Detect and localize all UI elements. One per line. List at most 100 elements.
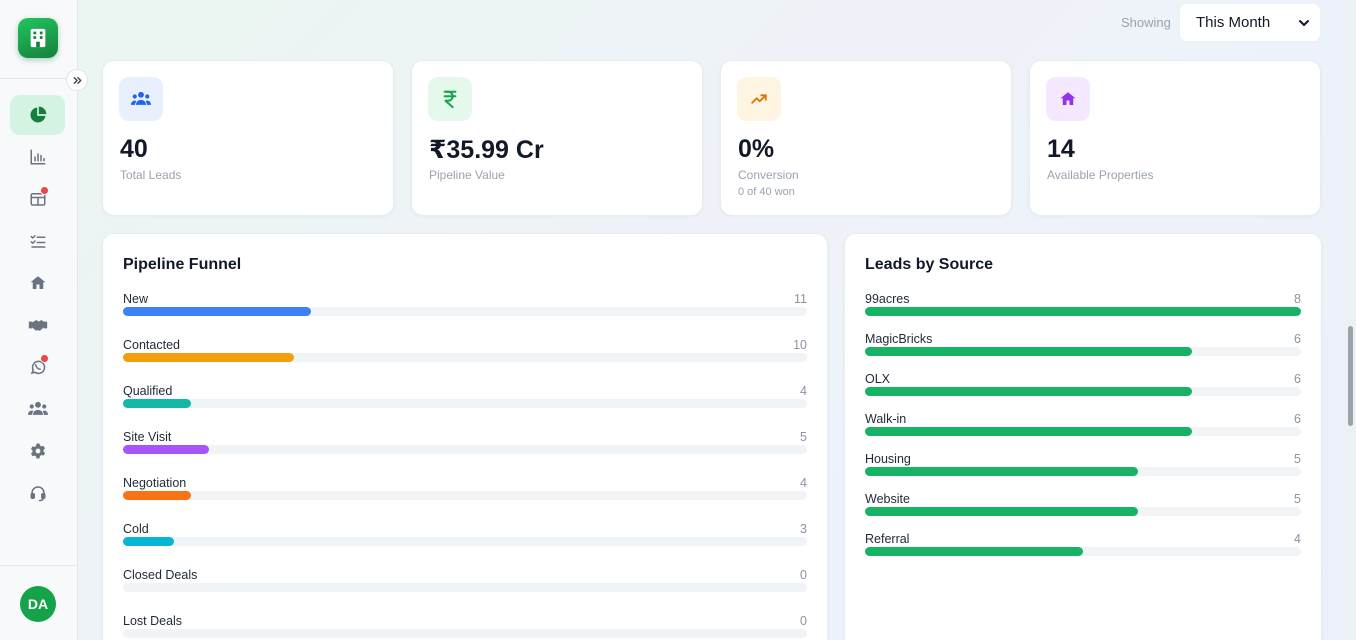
sources-row-label: Housing <box>865 452 911 466</box>
sources-row: Referral 4 <box>865 532 1301 558</box>
funnel-bar-track <box>123 583 807 592</box>
funnel-bar-fill <box>123 307 312 316</box>
sidebar-item-gear[interactable] <box>10 431 65 471</box>
sidebar-item-home[interactable] <box>10 263 65 303</box>
funnel-row: Closed Deals 0 <box>123 568 807 594</box>
funnel-row-count: 4 <box>800 384 807 398</box>
funnel-row: Cold 3 <box>123 522 807 548</box>
sources-row-label: 99acres <box>865 292 910 306</box>
conversion-value: 0% <box>738 135 775 163</box>
chevrons-right-icon <box>73 76 81 84</box>
available-properties-card: 14 Available Properties <box>1029 60 1321 216</box>
sources-row-count: 6 <box>1294 372 1301 386</box>
bar-chart-icon <box>29 148 47 166</box>
sidebar-item-handshake[interactable] <box>10 305 65 345</box>
pipeline-value-label: Pipeline Value <box>429 168 505 182</box>
pipeline-funnel-panel: Pipeline Funnel New 11 Contacted 10 Qualifie… <box>102 233 828 640</box>
sidebar-item-whatsapp[interactable] <box>10 347 65 387</box>
sources-bar-track <box>865 427 1301 436</box>
sources-bar-track <box>865 387 1301 396</box>
sidebar-item-users[interactable] <box>10 389 65 429</box>
sources-bar-fill <box>865 467 1138 476</box>
funnel-row-count: 0 <box>800 614 807 628</box>
sources-row: Walk-in 6 <box>865 412 1301 438</box>
sources-bar-track <box>865 467 1301 476</box>
funnel-bar-fill <box>123 399 192 408</box>
rupee-icon <box>428 77 472 121</box>
leads-by-source-panel: Leads by Source 99acres 8 MagicBricks 6 OLX 6… <box>844 233 1322 640</box>
sources-row-label: Website <box>865 492 910 506</box>
funnel-row-label: Qualified <box>123 384 173 398</box>
leads-by-source-title: Leads by Source <box>865 256 994 273</box>
page-scrollbar[interactable] <box>1348 326 1353 426</box>
total-leads-label: Total Leads <box>120 168 182 182</box>
funnel-bar-track <box>123 353 807 362</box>
funnel-row-label: Negotiation <box>123 476 187 490</box>
funnel-bar-track <box>123 491 807 500</box>
gear-icon <box>29 442 47 460</box>
sidebar-nav <box>0 95 78 515</box>
funnel-row-count: 5 <box>800 430 807 444</box>
funnel-row: Lost Deals 0 <box>123 614 807 640</box>
headset-icon <box>29 484 47 502</box>
conversion-label: Conversion <box>738 168 799 182</box>
sidebar-item-kanban-board[interactable] <box>10 179 65 219</box>
sources-bar-fill <box>865 347 1192 356</box>
pipeline-funnel-title: Pipeline Funnel <box>123 256 242 273</box>
sidebar-item-task-list[interactable] <box>10 221 65 261</box>
sources-row-count: 5 <box>1294 452 1301 466</box>
funnel-row-label: Lost Deals <box>123 614 183 628</box>
sources-bar-track <box>865 307 1301 316</box>
sidebar-item-headset[interactable] <box>10 473 65 513</box>
funnel-bar-track <box>123 537 807 546</box>
sources-row-count: 5 <box>1294 492 1301 506</box>
pie-chart-icon <box>28 105 48 125</box>
funnel-bar-fill <box>123 353 294 362</box>
funnel-row: Negotiation 4 <box>123 476 807 502</box>
sources-row: Website 5 <box>865 492 1301 518</box>
sources-row: OLX 6 <box>865 372 1301 398</box>
funnel-row-label: New <box>123 292 149 306</box>
period-select[interactable]: This Month <box>1179 3 1321 42</box>
sources-row-count: 6 <box>1294 412 1301 426</box>
funnel-row-label: Site Visit <box>123 430 172 444</box>
funnel-row-label: Contacted <box>123 338 180 352</box>
funnel-bar-track <box>123 445 807 454</box>
home-icon <box>1046 77 1090 121</box>
funnel-row-count: 11 <box>794 292 807 306</box>
user-avatar[interactable]: DA <box>20 586 56 622</box>
logo-area <box>0 0 78 79</box>
task-list-icon <box>29 232 47 250</box>
available-properties-value: 14 <box>1047 135 1075 163</box>
funnel-row-count: 4 <box>800 476 807 490</box>
sidebar-item-pie-chart[interactable] <box>10 95 65 135</box>
sources-row: 99acres 8 <box>865 292 1301 318</box>
funnel-bar-fill <box>123 491 192 500</box>
sidebar-item-bar-chart[interactable] <box>10 137 65 177</box>
funnel-bar-track <box>123 399 807 408</box>
sources-row-label: Walk-in <box>865 412 907 426</box>
available-properties-label: Available Properties <box>1047 168 1154 182</box>
sources-bar-fill <box>865 387 1192 396</box>
building-logo-icon[interactable] <box>18 18 58 58</box>
sources-row: MagicBricks 6 <box>865 332 1301 358</box>
handshake-icon <box>28 316 48 334</box>
trending-up-icon <box>737 77 781 121</box>
funnel-bar-fill <box>123 445 209 454</box>
funnel-row: New 11 <box>123 292 807 318</box>
funnel-row-label: Cold <box>123 522 149 536</box>
sources-bar-fill <box>865 547 1083 556</box>
funnel-row-count: 0 <box>800 568 807 582</box>
sources-row-label: OLX <box>865 372 891 386</box>
funnel-row: Qualified 4 <box>123 384 807 410</box>
notification-badge <box>40 354 49 363</box>
home-icon <box>29 274 47 292</box>
users-icon <box>119 77 163 121</box>
sources-row-label: MagicBricks <box>865 332 933 346</box>
funnel-row-count: 10 <box>793 338 807 352</box>
funnel-bar-track <box>123 307 807 316</box>
expand-sidebar-button[interactable] <box>66 69 88 91</box>
showing-label: Showing <box>1121 15 1171 30</box>
funnel-row: Site Visit 5 <box>123 430 807 456</box>
notification-badge <box>40 186 49 195</box>
